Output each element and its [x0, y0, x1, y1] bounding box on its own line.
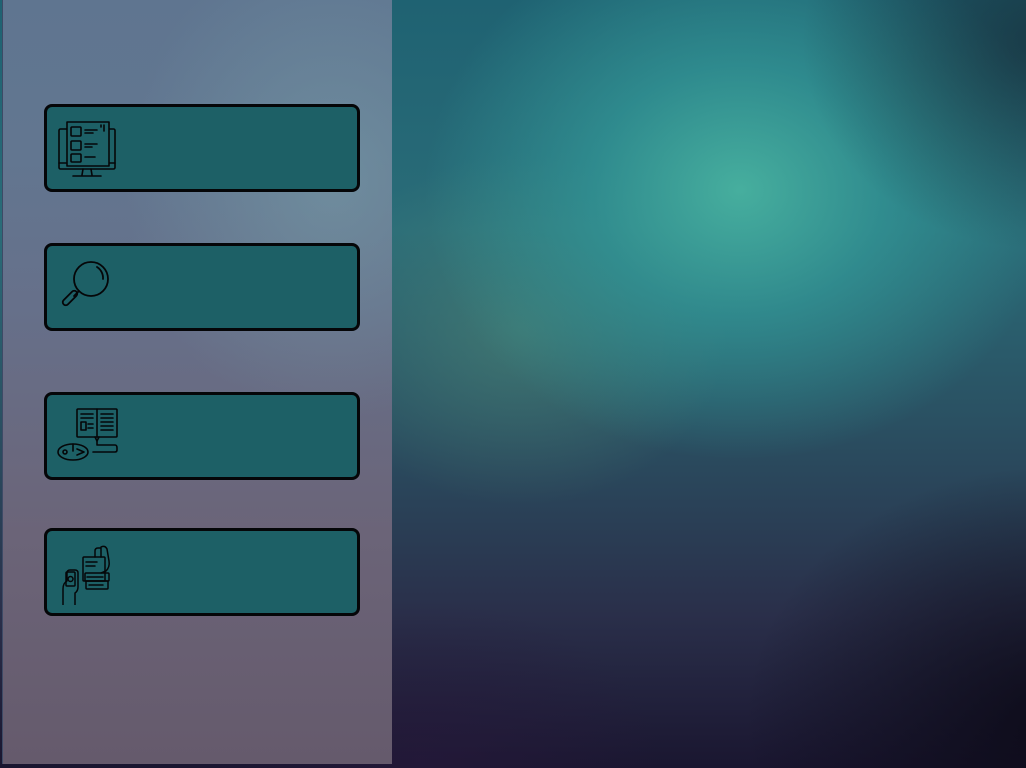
menu-card-computer-forms[interactable]	[44, 104, 360, 192]
book-mouse-icon	[57, 407, 119, 469]
menu-card-book-mouse[interactable]	[44, 392, 360, 480]
desktop-background	[0, 0, 1026, 768]
menu-card-search[interactable]	[44, 243, 360, 331]
menu-card-hand-documents[interactable]	[44, 528, 360, 616]
side-panel	[2, 0, 392, 764]
magnifier-icon	[57, 258, 119, 320]
hand-documents-icon	[57, 543, 119, 605]
computer-forms-icon	[57, 119, 119, 181]
